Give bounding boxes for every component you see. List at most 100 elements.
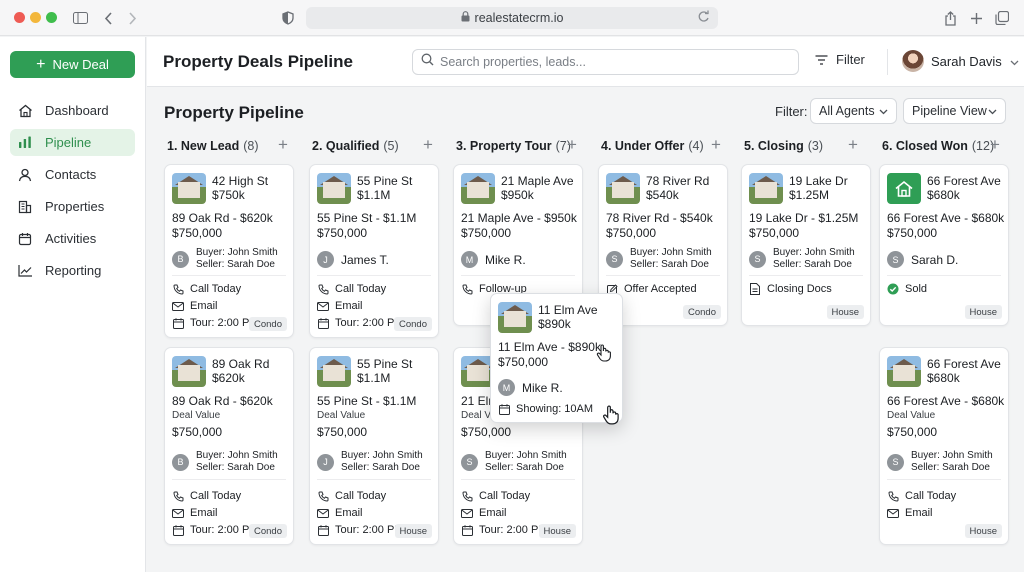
- email-action[interactable]: Email: [317, 300, 363, 312]
- mail-icon: [172, 507, 184, 519]
- showing-action[interactable]: Showing: 10AM: [498, 403, 593, 415]
- call-action[interactable]: Call Today: [317, 283, 386, 295]
- deal-card[interactable]: 66 Forest Ave $680k 66 Forest Ave - $680…: [879, 347, 1009, 545]
- contact-row: S Sarah D.: [887, 251, 958, 268]
- call-action[interactable]: Call Today: [887, 490, 956, 502]
- tour-action[interactable]: Tour: 2:00 PM: [172, 524, 258, 536]
- tour-action[interactable]: Tour: 2:00 PM: [461, 524, 547, 536]
- card-divider: [887, 275, 1001, 276]
- user-name: Sarah Davis: [931, 53, 1002, 69]
- back-icon[interactable]: [98, 8, 118, 28]
- add-card-button[interactable]: +: [278, 136, 288, 153]
- document-icon: [749, 283, 761, 295]
- deal-card[interactable]: 55 Pine St $1.1M 55 Pine St - $1.1M Deal…: [309, 347, 439, 545]
- property-address: 78 River Rd: [646, 174, 710, 188]
- seller-name: Seller: Sarah Doe: [630, 259, 709, 270]
- deal-card[interactable]: 19 Lake Dr $1.25M 19 Lake Dr - $1.25M $7…: [741, 164, 871, 326]
- new-deal-button[interactable]: + New Deal: [10, 51, 135, 78]
- view-select[interactable]: Pipeline View: [903, 98, 1006, 124]
- browser-toolbar: realestatecrm.io: [0, 0, 1024, 36]
- deal-card[interactable]: 66 Forest Ave $680k 66 Forest Ave - $680…: [879, 164, 1009, 326]
- new-tab-icon[interactable]: [966, 8, 986, 28]
- deal-card[interactable]: 42 High St $750k 89 Oak Rd - $620k $750,…: [164, 164, 294, 338]
- reload-icon[interactable]: [697, 10, 710, 26]
- tour-action[interactable]: Tour: 2:00 PM: [172, 317, 258, 329]
- contact-row: M Mike R.: [461, 251, 526, 268]
- email-action[interactable]: Email: [317, 507, 363, 519]
- deal-amount: $750,000: [606, 226, 657, 240]
- sidebar-item-reporting[interactable]: Reporting: [10, 257, 135, 284]
- email-action[interactable]: Email: [461, 507, 507, 519]
- filter-icon: [815, 54, 828, 65]
- page-title: Property Deals Pipeline: [163, 52, 353, 71]
- contact-avatar: S: [887, 251, 904, 268]
- tour-action[interactable]: Tour: 2:00 PM: [317, 524, 403, 536]
- sidebar-item-contacts[interactable]: Contacts: [10, 161, 135, 188]
- call-action[interactable]: Call Today: [317, 490, 386, 502]
- contact-avatar: M: [498, 379, 515, 396]
- column-header-closing: 5. Closing (3): [744, 139, 823, 153]
- agent-name: Mike R.: [485, 252, 526, 267]
- sidebar-item-pipeline[interactable]: Pipeline: [10, 129, 135, 156]
- property-photo: [498, 302, 532, 333]
- email-action[interactable]: Email: [887, 507, 933, 519]
- calendar-icon: [17, 231, 33, 247]
- phone-icon: [317, 283, 329, 295]
- add-card-button[interactable]: +: [567, 136, 577, 153]
- search-box[interactable]: [412, 49, 799, 75]
- property-type-tag: Condo: [249, 524, 287, 538]
- sidebar-item-activities[interactable]: Activities: [10, 225, 135, 252]
- tab-overview-icon[interactable]: [992, 8, 1012, 28]
- privacy-shield-icon[interactable]: [278, 8, 298, 28]
- sidebar-item-dashboard[interactable]: Dashboard: [10, 97, 135, 124]
- card-divider: [317, 479, 431, 480]
- deal-card[interactable]: 89 Oak Rd $620k 89 Oak Rd - $620k Deal V…: [164, 347, 294, 545]
- property-price: $1.1M: [357, 371, 391, 385]
- card-divider: [606, 275, 720, 276]
- tour-action[interactable]: Tour: 2:00 PM: [317, 317, 403, 329]
- close-window-button[interactable]: [14, 12, 25, 23]
- search-input[interactable]: [440, 55, 780, 69]
- property-type-tag: House: [964, 305, 1002, 319]
- property-price: $750k: [212, 188, 245, 202]
- filter-button[interactable]: Filter: [815, 52, 865, 67]
- address-bar[interactable]: realestatecrm.io: [306, 7, 718, 29]
- property-price: $1.1M: [357, 188, 391, 202]
- seller-name: Seller: Sarah Doe: [196, 259, 275, 270]
- add-card-button[interactable]: +: [711, 136, 721, 153]
- contact-row: J Buyer: John Smith Seller: Sarah Doe: [317, 450, 423, 474]
- call-action[interactable]: Call Today: [172, 490, 241, 502]
- sidebar-item-properties[interactable]: Properties: [10, 193, 135, 220]
- maximize-window-button[interactable]: [46, 12, 57, 23]
- minimize-window-button[interactable]: [30, 12, 41, 23]
- action-label: Email: [905, 507, 933, 519]
- add-card-button[interactable]: +: [848, 136, 858, 153]
- deal-value-label: Deal Value: [172, 410, 221, 421]
- share-icon[interactable]: [940, 8, 960, 28]
- calendar-icon: [317, 317, 329, 329]
- contact-row: S Buyer: John Smith Seller: Sarah Doe: [606, 247, 712, 271]
- property-type-tag: House: [394, 524, 432, 538]
- phone-icon: [172, 490, 184, 502]
- calendar-icon: [317, 524, 329, 536]
- closing-docs-action[interactable]: Closing Docs: [749, 283, 832, 295]
- deal-card[interactable]: 55 Pine St $1.1M 55 Pine St - $1.1M $750…: [309, 164, 439, 338]
- action-label: Sold: [905, 283, 928, 295]
- mail-icon: [172, 300, 184, 312]
- action-label: Offer Accepted: [624, 283, 697, 295]
- buyer-name: Buyer: John Smith: [485, 450, 567, 461]
- add-card-button[interactable]: +: [423, 136, 433, 153]
- call-action[interactable]: Call Today: [172, 283, 241, 295]
- agent-filter-select[interactable]: All Agents: [810, 98, 897, 124]
- deal-title: 89 Oak Rd - $620k: [172, 394, 273, 408]
- email-action[interactable]: Email: [172, 507, 218, 519]
- call-action[interactable]: Call Today: [461, 490, 530, 502]
- hand-cursor-icon: [596, 344, 612, 367]
- deal-title: 19 Lake Dr - $1.25M: [749, 211, 859, 225]
- forward-icon[interactable]: [122, 8, 142, 28]
- add-card-button[interactable]: +: [990, 136, 1000, 153]
- email-action[interactable]: Email: [172, 300, 218, 312]
- sidebar-toggle-icon[interactable]: [70, 8, 90, 28]
- deal-title: 78 River Rd - $540k: [606, 211, 713, 225]
- user-menu[interactable]: Sarah Davis: [902, 50, 1019, 72]
